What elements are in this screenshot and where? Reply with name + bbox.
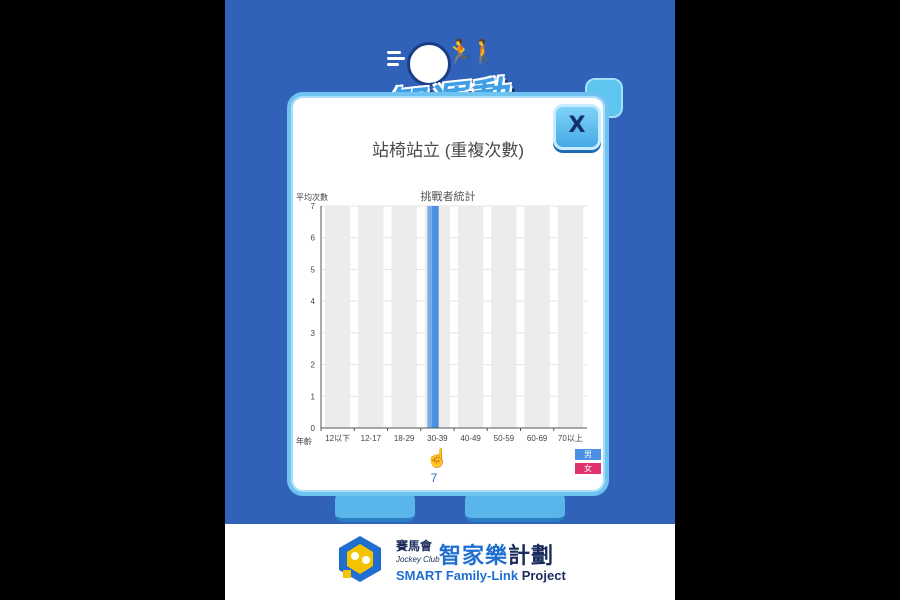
y-tick-label: 1: [311, 392, 316, 401]
legend-female[interactable]: 女: [575, 463, 601, 474]
y-tick-label: 7: [311, 202, 316, 211]
y-tick-label: 6: [311, 234, 316, 243]
x-tick-label: 30-39: [427, 434, 448, 443]
x-tick-label: 70以上: [558, 434, 583, 443]
family-link-logo-icon: [339, 536, 381, 582]
category-band: [391, 206, 417, 428]
brand-project-zh-1: 智家樂: [439, 543, 509, 568]
background-button-right[interactable]: [465, 492, 565, 522]
bar-highlight: [427, 206, 433, 428]
category-band: [358, 206, 384, 428]
y-tick-label: 4: [311, 297, 316, 306]
category-band: [457, 206, 484, 428]
y-tick-label: 3: [311, 329, 316, 338]
close-button[interactable]: X: [553, 104, 601, 150]
brand-project-en-1: SMART Family-Link: [396, 568, 519, 583]
category-band: [324, 206, 351, 428]
legend-male[interactable]: 男: [575, 449, 601, 460]
x-tick-label: 40-49: [460, 434, 481, 443]
runners-icon: 🏃🚶: [445, 39, 499, 66]
stats-modal: 站椅站立 (重複次數) 挑戰者統計 平均次數 年齡 0 1 2 3 4 5 6 7 12以下 12…: [287, 92, 609, 496]
category-band: [557, 206, 584, 428]
app-screen: 🏃🚶 智運動 站椅站立 (重複次數) 挑戰者統計 平均次數 年齡 0123456…: [225, 0, 675, 600]
brand-jockey-club-en: Jockey Club: [396, 555, 440, 564]
y-tick-label: 5: [311, 265, 316, 274]
x-tick-label: 12以下: [325, 434, 350, 443]
category-band: [524, 206, 550, 428]
background-button-left[interactable]: [335, 492, 415, 522]
x-tick-label: 12-17: [361, 434, 382, 443]
brand-project-en: SMART Family-Link Project: [396, 568, 566, 583]
x-tick-label: 50-59: [494, 434, 515, 443]
speed-lines-icon: [387, 48, 407, 66]
x-tick-label: 60-69: [527, 434, 548, 443]
category-band: [491, 206, 517, 428]
brand-project-zh: 智家樂計劃: [439, 538, 554, 570]
brand-jockey-club-zh: 賽馬會: [396, 539, 433, 553]
bar-chart: 0 1 2 3 4 5 6 7 12以下 12-17 18-29 30-39 40-49 50-59 60-…: [311, 202, 587, 443]
brand-project-zh-2: 計劃: [508, 543, 555, 568]
pointer-hand-icon: ☝: [426, 448, 449, 468]
x-tick-label: 18-29: [394, 434, 415, 443]
brand-project-en-2: Project: [521, 568, 566, 583]
y-tick-label: 2: [311, 361, 316, 370]
y-tick-label: 0: [311, 424, 316, 433]
selected-value: 7: [430, 471, 438, 485]
